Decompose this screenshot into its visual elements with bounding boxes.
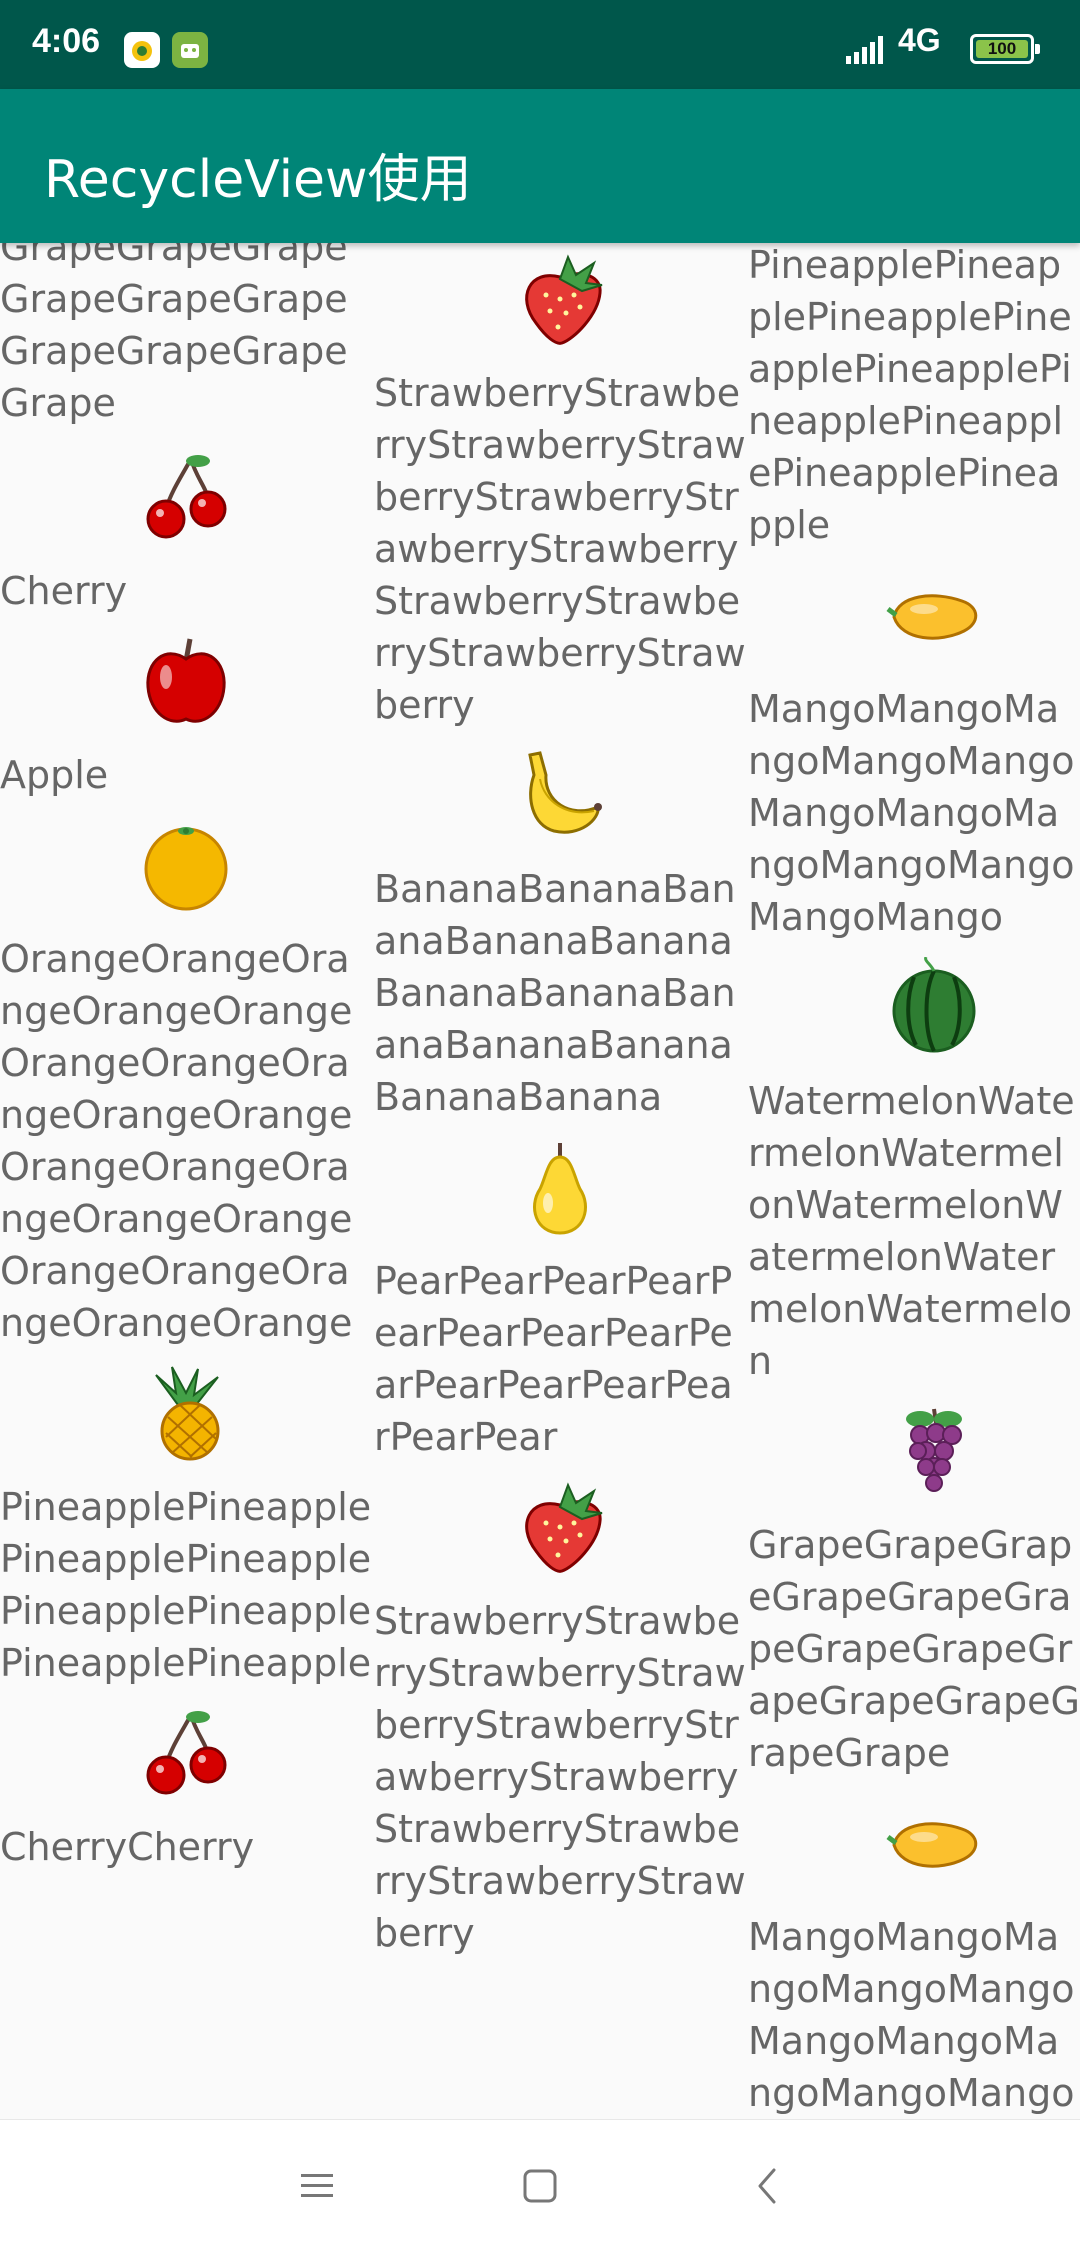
fruit-name: WatermelonWatermelonWatermelonWatermelon… — [748, 1079, 1075, 1383]
cherry-icon — [136, 1703, 236, 1803]
fruit-item-pineapple[interactable]: PineapplePineapplePineapplePineapplePine… — [748, 243, 1080, 551]
pineapple-icon — [136, 1363, 236, 1463]
fruit-name: BananaBananaBananaBananaBananaBananaBana… — [374, 867, 736, 1119]
app-toolbar: RecycleView使用 — [0, 89, 1080, 243]
strawberry-icon — [510, 249, 610, 349]
battery-level: 100 — [976, 40, 1028, 58]
android-app-icon — [172, 32, 208, 68]
home-icon[interactable] — [510, 2156, 570, 2216]
fruit-name: MangoMangoMangoMangoMangoMangoMangoMango… — [748, 687, 1075, 939]
fruit-recycler-view[interactable]: GrapeGrapeGrapeGrapeGrapeGrapeGrapeGrape… — [0, 243, 1080, 2119]
grape-icon — [884, 1401, 984, 1501]
fruit-item-strawberry[interactable]: StrawberryStrawberryStrawberryStrawberry… — [374, 1477, 746, 1959]
watermelon-icon — [884, 956, 984, 1057]
signal-icon — [846, 36, 890, 68]
fruit-item-grape[interactable]: GrapeGrapeGrapeGrapeGrapeGrapeGrapeGrape… — [0, 243, 372, 429]
battery-icon: 100 — [970, 34, 1040, 64]
fruit-item-grape[interactable]: GrapeGrapeGrapeGrapeGrapeGrapeGrapeGrape… — [748, 1401, 1080, 1779]
fruit-item-strawberry[interactable]: StrawberryStrawberryStrawberryStrawberry… — [374, 249, 746, 731]
fruit-item-mango[interactable]: MangoMangoMangoMangoMangoMangoMangoMango… — [748, 1793, 1080, 2119]
fruit-name: OrangeOrangeOrangeOrangeOrangeOrangeOran… — [0, 937, 353, 1345]
fruit-name: PineapplePineapplePineapplePineapplePine… — [0, 1485, 372, 1685]
fruit-name: Cherry — [0, 569, 128, 613]
cherry-icon — [136, 447, 236, 547]
fruit-name: MangoMangoMangoMangoMangoMangoMangoMango… — [748, 1915, 1075, 2115]
notification-app-icon — [124, 32, 160, 68]
fruit-item-cherry[interactable]: CherryCherry — [0, 1703, 372, 1873]
fruit-name: PineapplePineapplePineapplePineapplePine… — [748, 243, 1072, 547]
fruit-item-apple[interactable]: Apple — [0, 631, 372, 801]
status-bar: 4:06 4G 100 — [0, 0, 1080, 89]
fruit-name: PearPearPearPearPearPearPearPearPearPear… — [374, 1259, 733, 1459]
fruit-name: CherryCherry — [0, 1825, 255, 1869]
menu-icon[interactable] — [287, 2156, 347, 2216]
fruit-name: StrawberryStrawberryStrawberryStrawberry… — [374, 1599, 746, 1955]
strawberry-icon — [510, 1477, 610, 1577]
fruit-item-pineapple[interactable]: PineapplePineapplePineapplePineapplePine… — [0, 1363, 372, 1689]
navigation-bar — [0, 2119, 1080, 2248]
grid-column-3: PineapplePineapplePineapplePineapplePine… — [748, 243, 1080, 2119]
fruit-name: Apple — [0, 753, 109, 797]
fruit-name: GrapeGrapeGrapeGrapeGrapeGrapeGrapeGrape… — [748, 1523, 1080, 1775]
status-time: 4:06 — [32, 22, 101, 60]
apple-icon — [136, 631, 236, 731]
orange-icon — [136, 815, 236, 915]
back-icon[interactable] — [738, 2156, 798, 2216]
fruit-item-orange[interactable]: OrangeOrangeOrangeOrangeOrangeOrangeOran… — [0, 815, 372, 1349]
fruit-item-banana[interactable]: BananaBananaBananaBananaBananaBananaBana… — [374, 745, 746, 1123]
page-title: RecycleView使用 — [44, 150, 472, 210]
fruit-name: GrapeGrapeGrapeGrapeGrapeGrapeGrapeGrape… — [0, 243, 348, 425]
fruit-item-cherry[interactable]: Cherry — [0, 447, 372, 617]
mango-icon — [884, 1793, 984, 1893]
network-type: 4G — [898, 22, 941, 58]
fruit-name: StrawberryStrawberryStrawberryStrawberry… — [374, 371, 746, 727]
fruit-item-watermelon[interactable]: WatermelonWatermelonWatermelonWatermelon… — [748, 956, 1080, 1387]
fruit-item-pear[interactable]: PearPearPearPearPearPearPearPearPearPear… — [374, 1137, 746, 1463]
grid-column-1: GrapeGrapeGrapeGrapeGrapeGrapeGrapeGrape… — [0, 243, 372, 1887]
fruit-item-mango[interactable]: MangoMangoMangoMangoMangoMangoMangoMango… — [748, 565, 1080, 943]
grid-column-2: StrawberryStrawberryStrawberryStrawberry… — [374, 249, 746, 1973]
banana-icon — [510, 745, 610, 845]
pear-icon — [510, 1137, 610, 1237]
mango-icon — [884, 565, 984, 665]
